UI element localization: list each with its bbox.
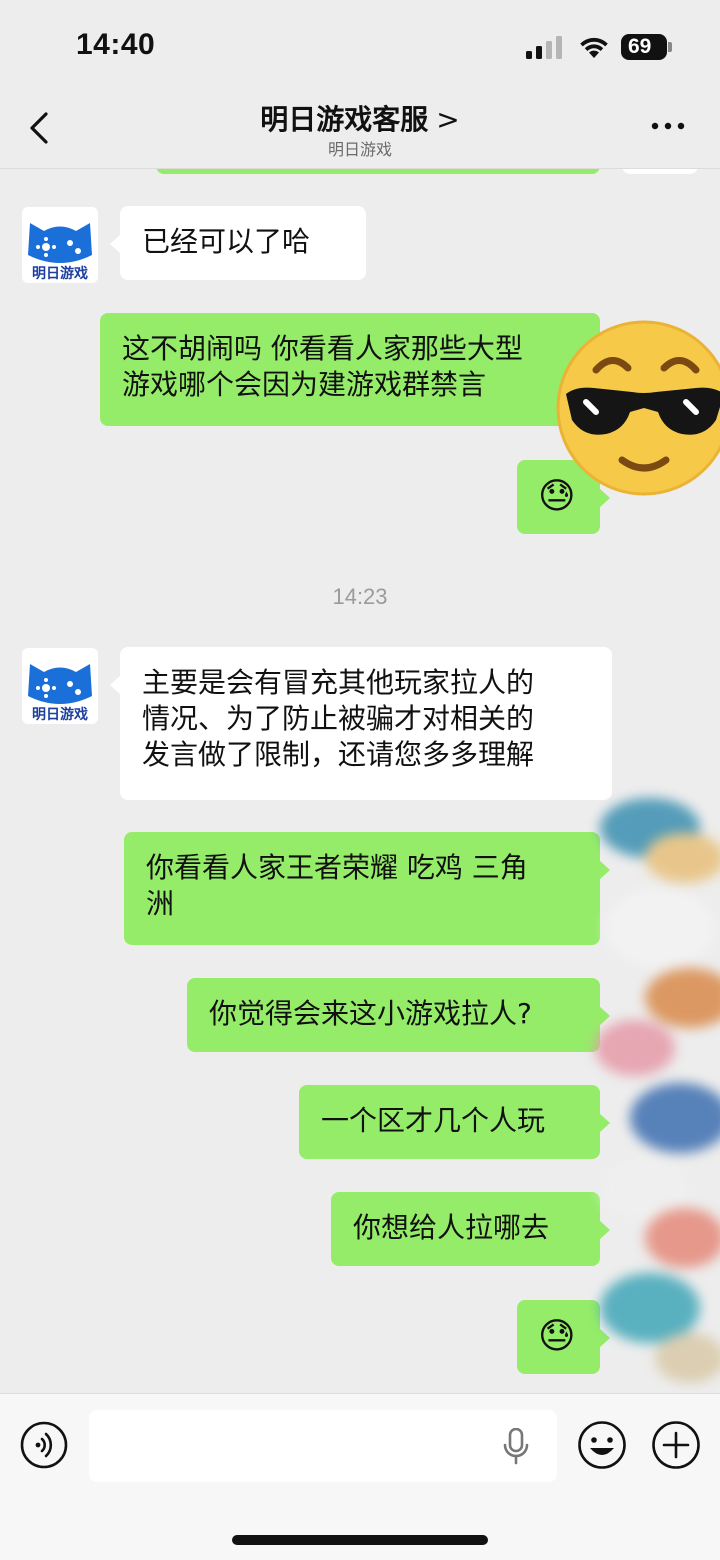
timestamp: 14:23 (332, 584, 388, 609)
status-bar: 14:40 69 (0, 0, 720, 90)
message-bubble[interactable]: 你看看人家王者荣耀 吃鸡 三角 洲 (124, 832, 610, 945)
chevron-right-icon: > (436, 103, 460, 136)
chat-title[interactable]: 明日游戏客服 > (0, 98, 720, 138)
message-bubble[interactable]: 😓 (517, 1300, 610, 1374)
avatar[interactable]: 明日游戏 (22, 207, 98, 283)
message-bubble[interactable]: 你觉得会来这小游戏拉人? (187, 978, 610, 1052)
input-bar (0, 1393, 720, 1560)
cellular-signal-icon (526, 36, 562, 59)
avatar-brand-text: 明日游戏 (32, 266, 88, 282)
wifi-icon (580, 37, 608, 58)
message-bubble[interactable]: 这不胡闹吗 你看看人家那些大型 游戏哪个会因为建游戏群禁言 (100, 313, 610, 426)
chat-subtitle: 明日游戏 (327, 140, 392, 159)
avatar-brand-text: 明日游戏 (32, 707, 88, 723)
status-time: 14:40 (76, 28, 156, 61)
battery-level: 69 (621, 34, 667, 60)
sweat-emoji-icon: 😓 (538, 1316, 576, 1357)
message-input[interactable] (89, 1410, 557, 1482)
battery-cap (668, 42, 672, 52)
message-bubble[interactable]: 主要是会有冒充其他玩家拉人的 情况、为了防止被骗才对相关的 发言做了限制，还请您… (110, 647, 612, 800)
message-list[interactable]: 明日游戏 已经可以了哈 这不胡闹吗 你看看人家那些大型 游戏哪个会因为建游戏群禁… (0, 168, 720, 1393)
plus-icon[interactable] (651, 1420, 701, 1470)
avatar[interactable]: 明日游戏 (22, 648, 98, 724)
chat-title-text: 明日游戏客服 (260, 103, 429, 136)
message-bubble[interactable]: 已经可以了哈 (110, 206, 366, 280)
voice-icon[interactable] (20, 1421, 68, 1469)
message-bubble[interactable]: 你想给人拉哪去 (331, 1192, 610, 1266)
microphone-icon[interactable] (502, 1428, 530, 1466)
chat-header: 明日游戏客服 > 明日游戏 (0, 90, 720, 169)
more-icon[interactable] (646, 114, 690, 138)
emoji-icon[interactable] (577, 1420, 627, 1470)
home-indicator[interactable] (232, 1535, 488, 1545)
message-bubble[interactable]: 一个区才几个人玩 (299, 1085, 610, 1159)
sunglasses-emoji-icon (556, 320, 720, 496)
decorative-blur-overlay (595, 798, 720, 1383)
